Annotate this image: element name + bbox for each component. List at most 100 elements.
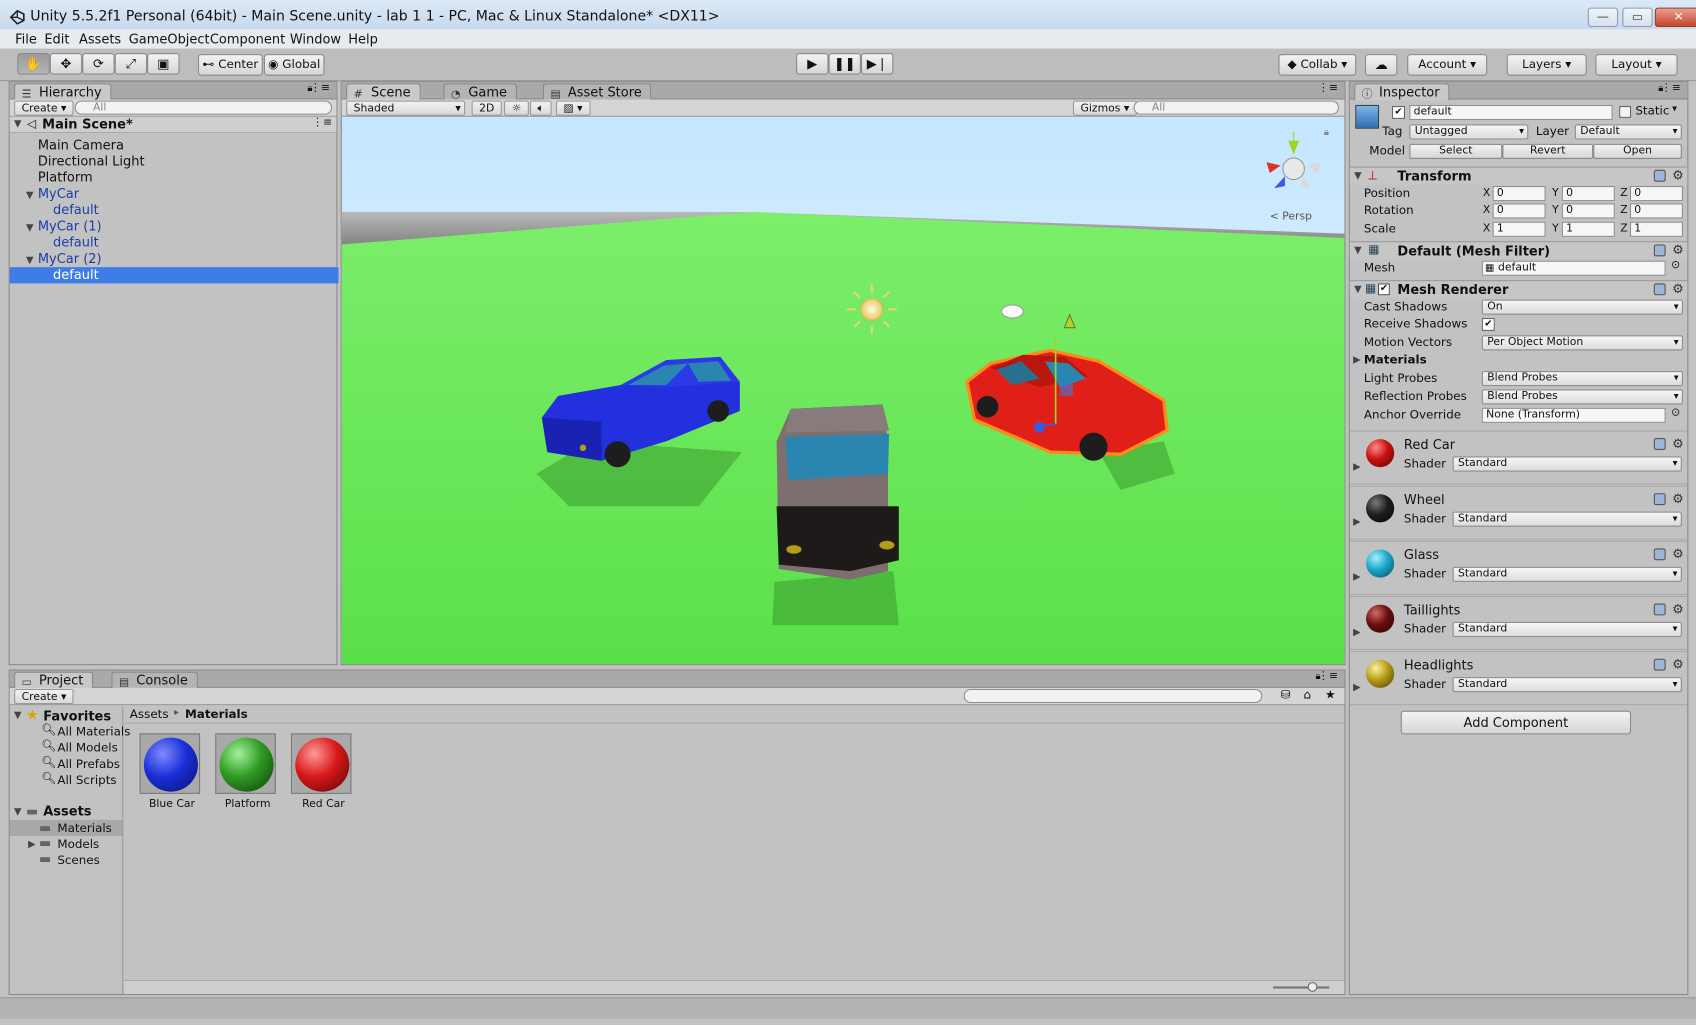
scene-root-row[interactable]: ▼ ◁ Main Scene* ⋮≡: [9, 116, 337, 134]
mesh-renderer-enabled-checkbox[interactable]: ✔: [1377, 283, 1390, 296]
favorites-label[interactable]: Favorites: [43, 708, 111, 723]
folder-materials-selected[interactable]: ▬ Materials: [9, 819, 123, 837]
projection-label[interactable]: < Persp: [1270, 210, 1312, 223]
rotation-z-field[interactable]: 0: [1629, 203, 1683, 219]
step-button[interactable]: ▶❘: [860, 52, 894, 75]
mesh-object-field[interactable]: ▦ default: [1481, 260, 1666, 276]
expand-triangle-icon[interactable]: ▼: [14, 119, 21, 130]
pivot-center-button[interactable]: ⊷ Center: [197, 54, 263, 76]
component-gear-icon[interactable]: ⚙: [1672, 491, 1684, 506]
shader-dropdown[interactable]: Standard: [1452, 677, 1682, 693]
add-component-button[interactable]: Add Component: [1400, 710, 1632, 735]
expand-triangle-icon[interactable]: ▶: [1353, 355, 1360, 366]
play-button[interactable]: ▶: [796, 52, 829, 75]
help-book-icon[interactable]: [1653, 169, 1666, 182]
object-picker-icon[interactable]: ⊙: [1671, 260, 1680, 272]
rect-tool-icon[interactable]: ▣: [147, 52, 180, 75]
scale-y-field[interactable]: 1: [1561, 221, 1615, 237]
favorite-all-scripts[interactable]: All Scripts: [57, 773, 116, 787]
pause-button[interactable]: ❚❚: [828, 52, 861, 75]
menu-window[interactable]: Window: [290, 31, 341, 46]
tab-project[interactable]: ▭ Project: [14, 671, 94, 689]
filter-type-icon[interactable]: ⛁: [1281, 688, 1291, 702]
active-checkbox[interactable]: ✔: [1392, 105, 1405, 119]
assets-label[interactable]: Assets: [43, 804, 91, 819]
folder-models[interactable]: Models: [57, 837, 99, 851]
menu-edit[interactable]: Edit: [44, 31, 69, 46]
expand-triangle-icon[interactable]: ▶: [1353, 682, 1360, 693]
reflection-probes-dropdown[interactable]: Blend Probes: [1481, 389, 1683, 405]
expand-triangle-icon[interactable]: ▼: [26, 221, 33, 236]
asset-blue-car[interactable]: Blue Car: [139, 733, 205, 810]
breadcrumb-materials[interactable]: Materials: [185, 707, 248, 721]
collapse-triangle-icon[interactable]: ▼: [1354, 246, 1361, 257]
material-block-red-car[interactable]: Red Car Shader Standard ▶ ⚙: [1349, 430, 1688, 485]
expand-triangle-icon[interactable]: ▶: [28, 839, 35, 850]
cast-shadows-dropdown[interactable]: On: [1481, 299, 1683, 315]
model-revert-button[interactable]: Revert: [1502, 143, 1594, 159]
expand-triangle-icon[interactable]: ▼: [14, 807, 21, 818]
rotation-x-field[interactable]: 0: [1492, 203, 1546, 219]
scene-audio-icon[interactable]: 🔈︎: [529, 100, 552, 116]
scene-search-input[interactable]: All: [1133, 100, 1340, 115]
expand-triangle-icon[interactable]: ▶: [1353, 572, 1360, 583]
static-checkbox[interactable]: [1619, 105, 1632, 118]
panel-menu-icon[interactable]: ⋮≡: [1318, 671, 1338, 683]
scene-lighting-icon[interactable]: ☼: [504, 100, 529, 116]
favorite-star-icon[interactable]: ★: [1325, 688, 1336, 702]
material-block-taillights[interactable]: Taillights Shader Standard ▶ ⚙: [1349, 595, 1688, 651]
tag-dropdown[interactable]: Untagged: [1409, 124, 1529, 140]
component-gear-icon[interactable]: ⚙: [1672, 657, 1684, 672]
anchor-override-field[interactable]: None (Transform): [1481, 407, 1666, 423]
account-dropdown[interactable]: Account ▾: [1407, 54, 1488, 76]
hierarchy-search-input[interactable]: All: [74, 100, 333, 115]
tab-game[interactable]: ◔ Game: [443, 83, 517, 101]
collapse-triangle-icon[interactable]: ▼: [1354, 284, 1361, 295]
menu-component[interactable]: Component: [210, 31, 285, 46]
expand-triangle-icon[interactable]: ▼: [14, 711, 21, 722]
component-gear-icon[interactable]: ⚙: [1672, 168, 1684, 183]
gray-car[interactable]: [776, 404, 899, 580]
material-block-headlights[interactable]: Headlights Shader Standard ▶ ⚙: [1349, 651, 1688, 706]
object-picker-icon[interactable]: ⊙: [1671, 407, 1680, 419]
gizmo-lock-icon[interactable]: 🔒︎: [1324, 127, 1329, 138]
material-block-glass[interactable]: Glass Shader Standard ▶ ⚙: [1349, 540, 1688, 595]
position-x-field[interactable]: 0: [1492, 186, 1546, 202]
menu-file[interactable]: File: [15, 31, 37, 46]
shader-dropdown[interactable]: Standard: [1452, 456, 1682, 472]
hierarchy-item-default[interactable]: default: [10, 202, 339, 218]
hierarchy-item-platform[interactable]: Platform: [10, 170, 339, 186]
collapse-triangle-icon[interactable]: ▼: [1354, 171, 1361, 182]
model-open-button[interactable]: Open: [1593, 143, 1682, 159]
expand-triangle-icon[interactable]: ▶: [1353, 462, 1360, 473]
panel-menu-icon[interactable]: ⋮≡: [310, 82, 330, 94]
panel-menu-icon[interactable]: ⋮≡: [1318, 82, 1338, 94]
favorite-all-models[interactable]: All Models: [57, 741, 117, 755]
hierarchy-item-default[interactable]: default: [10, 235, 339, 251]
hierarchy-item-directional-light[interactable]: Directional Light: [10, 154, 339, 170]
position-y-field[interactable]: 0: [1561, 186, 1615, 202]
favorite-all-prefabs[interactable]: All Prefabs: [57, 757, 120, 771]
layout-dropdown[interactable]: Layout ▾: [1595, 54, 1678, 76]
minimize-button[interactable]: —: [1587, 7, 1619, 28]
tab-inspector[interactable]: ⓘ Inspector: [1354, 83, 1450, 101]
cloud-icon[interactable]: ☁: [1364, 54, 1398, 76]
component-gear-icon[interactable]: ⚙: [1672, 281, 1684, 296]
menu-gameobject[interactable]: GameObject: [129, 31, 210, 46]
zoom-slider-track[interactable]: [1273, 986, 1330, 989]
menu-help[interactable]: Help: [348, 31, 378, 46]
zoom-slider-thumb[interactable]: [1307, 982, 1318, 992]
maximize-button[interactable]: ▭: [1622, 7, 1653, 28]
tab-hierarchy[interactable]: ☰ Hierarchy: [14, 83, 112, 101]
component-gear-icon[interactable]: ⚙: [1672, 601, 1684, 616]
project-create-button[interactable]: Create ▾: [14, 688, 75, 705]
expand-triangle-icon[interactable]: ▼: [26, 253, 33, 268]
scale-z-field[interactable]: 1: [1629, 221, 1683, 237]
gizmos-dropdown[interactable]: Gizmos ▾: [1072, 100, 1137, 116]
shading-mode-dropdown[interactable]: Shaded ▾: [346, 100, 466, 116]
layer-dropdown[interactable]: Default: [1574, 124, 1682, 140]
materials-label[interactable]: Materials: [1364, 352, 1427, 369]
filter-label-icon[interactable]: ⌂: [1303, 688, 1311, 702]
menu-assets[interactable]: Assets: [79, 31, 121, 46]
shader-dropdown[interactable]: Standard: [1452, 621, 1682, 638]
